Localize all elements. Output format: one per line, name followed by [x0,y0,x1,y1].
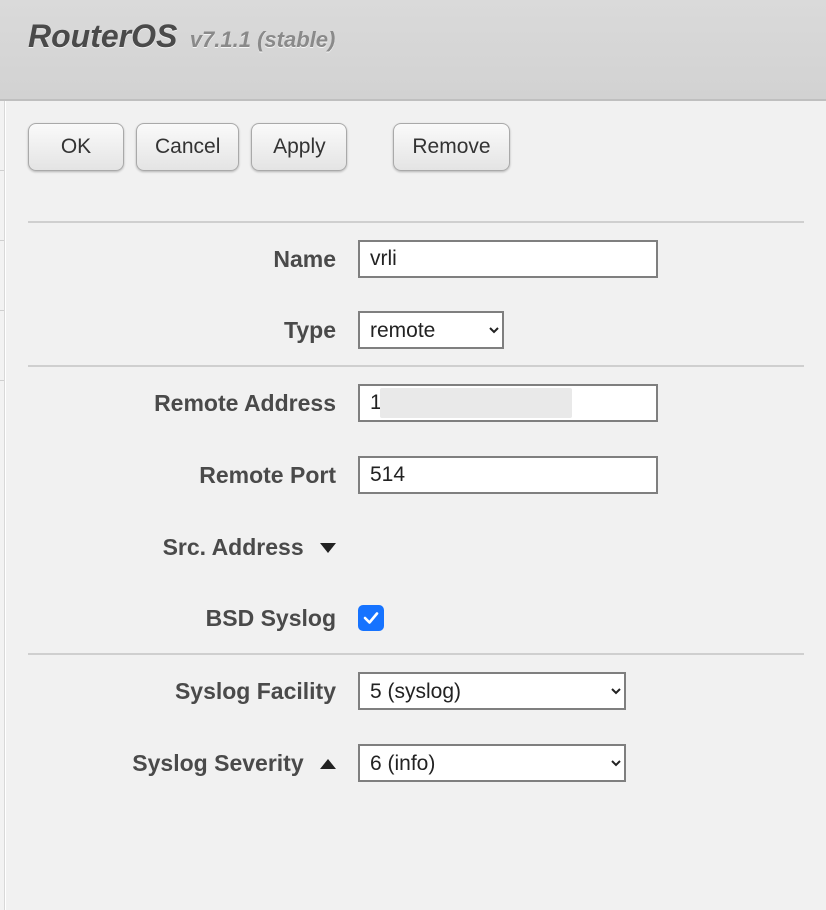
settings-form: Name Type remote Remote Address Remote P… [28,221,804,799]
syslog-severity-label: Syslog Severity [28,750,358,777]
check-icon [362,609,380,627]
chevron-down-icon[interactable] [320,543,336,553]
bsd-syslog-checkbox[interactable] [358,605,384,631]
app-version: v7.1.1 (stable) [190,27,336,52]
syslog-facility-label: Syslog Facility [28,678,358,705]
remove-button[interactable]: Remove [393,123,509,171]
src-address-label: Src. Address [28,534,358,561]
remote-port-input[interactable] [358,456,658,494]
row-syslog-facility: Syslog Facility 5 (syslog) [28,655,804,727]
content-panel: OK Cancel Apply Remove Name Type remote … [6,101,826,910]
redacted-overlay [380,388,572,418]
toolbar: OK Cancel Apply Remove [28,123,804,171]
bsd-syslog-label: BSD Syslog [28,605,358,632]
type-label: Type [28,317,358,344]
row-remote-port: Remote Port [28,439,804,511]
name-label: Name [28,246,358,273]
app-title: RouterOS [28,18,177,55]
header-bar: RouterOS v7.1.1 (stable) [0,0,826,101]
row-syslog-severity: Syslog Severity 6 (info) [28,727,804,799]
row-remote-address: Remote Address [28,367,804,439]
type-select[interactable]: remote [358,311,504,349]
row-type: Type remote [28,295,804,367]
name-input[interactable] [358,240,658,278]
chevron-up-icon[interactable] [320,759,336,769]
left-edge-strip [0,101,5,910]
syslog-facility-select[interactable]: 5 (syslog) [358,672,626,710]
remote-address-label: Remote Address [28,390,358,417]
row-bsd-syslog: BSD Syslog [28,583,804,655]
apply-button[interactable]: Apply [251,123,347,171]
cancel-button[interactable]: Cancel [136,123,239,171]
row-name: Name [28,223,804,295]
remote-port-label: Remote Port [28,462,358,489]
syslog-severity-select[interactable]: 6 (info) [358,744,626,782]
row-src-address: Src. Address [28,511,804,583]
ok-button[interactable]: OK [28,123,124,171]
